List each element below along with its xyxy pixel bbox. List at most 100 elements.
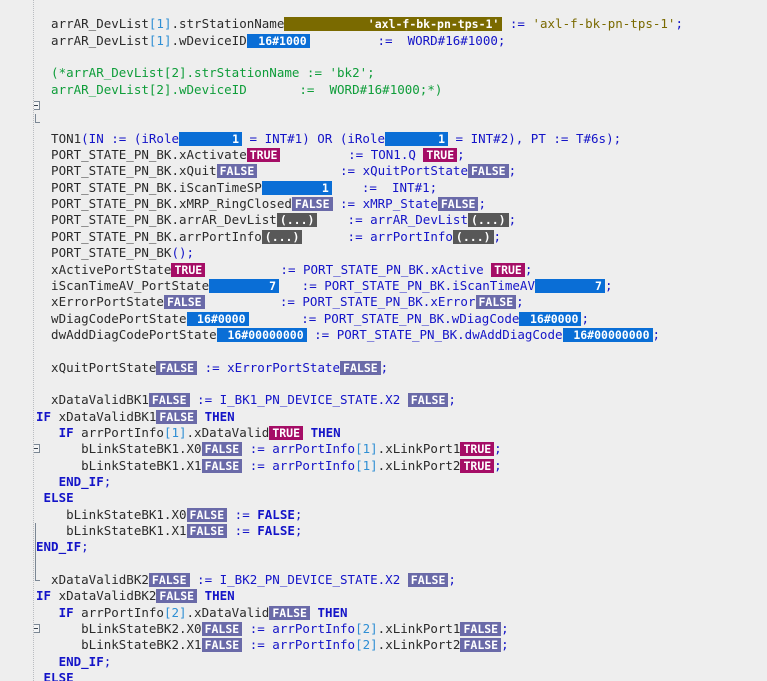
token-semicolon: ; bbox=[653, 327, 661, 342]
code-line[interactable]: 43 ELSE bbox=[0, 670, 767, 681]
code-line[interactable]: 29 bLinkStateBK1.X0FALSE := arrPortInfo[… bbox=[0, 441, 767, 457]
inline-value-chip[interactable]: TRUE bbox=[171, 263, 205, 277]
code-line[interactable]: 13 PORT_STATE_PN_BK.iScanTimeSP1 := INT#… bbox=[0, 180, 767, 196]
inline-value-chip[interactable]: TRUE bbox=[423, 148, 457, 162]
code-area[interactable]: 2 3 arrAR_DevList[1].strStationName'axl-… bbox=[0, 0, 767, 681]
code-line[interactable]: 14 PORT_STATE_PN_BK.xMRP_RingClosedFALSE… bbox=[0, 196, 767, 212]
code-line[interactable]: 28 IF arrPortInfo[1].xDataValidTRUE THEN bbox=[0, 425, 767, 441]
code-line[interactable]: 37 xDataValidBK2FALSE := I_BK2_PN_DEVICE… bbox=[0, 572, 767, 588]
code-line[interactable]: 31 END_IF; bbox=[0, 474, 767, 490]
token-member: .wDeviceID bbox=[171, 33, 246, 48]
code-line[interactable]: 18 xActivePortStateTRUE := PORT_STATE_PN… bbox=[0, 262, 767, 278]
code-line[interactable]: 20 xErrorPortStateFALSE := PORT_STATE_PN… bbox=[0, 294, 767, 310]
inline-value-chip[interactable]: TRUE bbox=[460, 459, 494, 473]
code-line[interactable]: 24 xQuitPortStateFALSE := xErrorPortStat… bbox=[0, 360, 767, 376]
code-line[interactable]: 7 arrAR_DevList[2].wDeviceID := WORD#16#… bbox=[0, 82, 767, 98]
line-content: arrAR_DevList[1].strStationName'axl-f-bk… bbox=[36, 16, 683, 32]
inline-value-chip[interactable]: 'axl-f-bk-pn-tps-1' bbox=[284, 17, 502, 31]
inline-value-chip[interactable]: 7 bbox=[209, 279, 279, 293]
inline-value-chip[interactable]: FALSE bbox=[187, 508, 228, 522]
code-line[interactable]: 23 bbox=[0, 343, 767, 359]
inline-value-chip[interactable]: FALSE bbox=[156, 361, 197, 375]
inline-value-chip[interactable]: FALSE bbox=[408, 573, 449, 587]
inline-value-chip[interactable]: FALSE bbox=[408, 393, 449, 407]
inline-value-chip[interactable]: 16#1000 bbox=[247, 34, 310, 48]
inline-value-chip[interactable]: FALSE bbox=[476, 295, 517, 309]
code-line[interactable]: 41 bLinkStateBK2.X1FALSE := arrPortInfo[… bbox=[0, 637, 767, 653]
inline-value-chip[interactable]: 16#00000000 bbox=[563, 328, 653, 342]
inline-value-chip[interactable]: FALSE bbox=[438, 197, 479, 211]
code-line[interactable]: 2 bbox=[0, 0, 767, 16]
code-line[interactable]: 26 xDataValidBK1FALSE := I_BK1_PN_DEVICE… bbox=[0, 392, 767, 408]
code-line[interactable]: 8 bbox=[0, 98, 767, 114]
code-line[interactable]: 35 END_IF; bbox=[0, 539, 767, 555]
token-operator: ) OR (iRole bbox=[302, 131, 385, 146]
code-line[interactable]: 25 bbox=[0, 376, 767, 392]
code-line[interactable]: 5 bbox=[0, 49, 767, 65]
code-line[interactable]: 16 PORT_STATE_PN_BK.arrPortInfo(...) := … bbox=[0, 229, 767, 245]
code-line[interactable]: 27 IF xDataValidBK1FALSE THEN bbox=[0, 409, 767, 425]
line-content: bLinkStateBK2.X1FALSE := arrPortInfo[2].… bbox=[36, 637, 509, 653]
inline-value-chip[interactable]: 1 bbox=[262, 181, 332, 195]
code-line[interactable]: 21 wDiagCodePortState16#0000 := PORT_STA… bbox=[0, 311, 767, 327]
inline-value-chip[interactable]: 7 bbox=[535, 279, 605, 293]
inline-value-chip[interactable]: FALSE bbox=[340, 361, 381, 375]
line-content: PORT_STATE_PN_BK(); bbox=[36, 245, 194, 261]
inline-value-chip[interactable]: FALSE bbox=[164, 295, 205, 309]
inline-value-chip[interactable]: FALSE bbox=[292, 197, 333, 211]
code-line[interactable]: 12 PORT_STATE_PN_BK.xQuitFALSE := xQuitP… bbox=[0, 163, 767, 179]
inline-value-chip[interactable]: FALSE bbox=[468, 164, 509, 178]
code-line[interactable]: 42 END_IF; bbox=[0, 654, 767, 670]
inline-value-chip[interactable]: TRUE bbox=[491, 263, 525, 277]
inline-value-chip[interactable]: FALSE bbox=[202, 622, 243, 636]
code-line[interactable]: 11 PORT_STATE_PN_BK.xActivateTRUE := TON… bbox=[0, 147, 767, 163]
inline-value-chip[interactable]: FALSE bbox=[202, 442, 243, 456]
code-line[interactable]: 30 bLinkStateBK1.X1FALSE := arrPortInfo[… bbox=[0, 458, 767, 474]
code-line[interactable]: 17 PORT_STATE_PN_BK(); bbox=[0, 245, 767, 261]
code-line[interactable]: 39 IF arrPortInfo[2].xDataValidFALSE THE… bbox=[0, 605, 767, 621]
inline-value-chip[interactable]: 1 bbox=[179, 132, 242, 146]
code-line[interactable]: 34 bLinkStateBK1.X1FALSE := FALSE; bbox=[0, 523, 767, 539]
inline-value-chip[interactable]: FALSE bbox=[460, 622, 501, 636]
token-semicolon: ; bbox=[448, 572, 456, 587]
code-line[interactable]: 4 arrAR_DevList[1].wDeviceID16#1000 := W… bbox=[0, 33, 767, 49]
token-semicolon: ; bbox=[104, 654, 112, 669]
inline-value-chip[interactable]: FALSE bbox=[202, 638, 243, 652]
code-line[interactable]: 6 (*arrAR_DevList[2].strStationName := '… bbox=[0, 65, 767, 81]
code-line[interactable]: 22 dwAddDiagCodePortState16#00000000 := … bbox=[0, 327, 767, 343]
inline-value-chip[interactable]: FALSE bbox=[187, 524, 228, 538]
inline-value-chip[interactable]: FALSE bbox=[217, 164, 258, 178]
structured-text-editor[interactable]: 2 3 arrAR_DevList[1].strStationName'axl-… bbox=[0, 0, 767, 681]
inline-value-chip[interactable]: FALSE bbox=[156, 410, 197, 424]
inline-value-chip[interactable]: FALSE bbox=[202, 459, 243, 473]
inline-value-chip[interactable]: TRUE bbox=[269, 426, 303, 440]
token-keyword: IF bbox=[36, 588, 51, 603]
inline-value-chip[interactable]: (...) bbox=[262, 230, 303, 244]
code-line[interactable]: 32 ELSE bbox=[0, 490, 767, 506]
code-line[interactable]: 9 bbox=[0, 114, 767, 130]
inline-value-chip[interactable]: FALSE bbox=[149, 573, 190, 587]
inline-value-chip[interactable]: 1 bbox=[385, 132, 448, 146]
inline-value-chip[interactable]: (...) bbox=[453, 230, 494, 244]
inline-value-chip[interactable]: 16#0000 bbox=[187, 312, 249, 326]
inline-value-chip[interactable]: (...) bbox=[277, 213, 318, 227]
code-line[interactable]: 10 TON1(IN := (iRole1 = INT#1) OR (iRole… bbox=[0, 131, 767, 147]
code-line[interactable]: 38 IF xDataValidBK2FALSE THEN bbox=[0, 588, 767, 604]
inline-value-chip[interactable]: FALSE bbox=[460, 638, 501, 652]
inline-value-chip[interactable]: FALSE bbox=[156, 589, 197, 603]
inline-value-chip[interactable]: FALSE bbox=[269, 606, 310, 620]
inline-value-chip[interactable]: (...) bbox=[468, 213, 509, 227]
code-line[interactable]: 36 bbox=[0, 556, 767, 572]
code-line[interactable]: 3 arrAR_DevList[1].strStationName'axl-f-… bbox=[0, 16, 767, 32]
code-line[interactable]: 19 iScanTimeAV_PortState7 := PORT_STATE_… bbox=[0, 278, 767, 294]
token-assign: := PORT_STATE_PN_BK.xActive bbox=[205, 262, 491, 277]
code-line[interactable]: 15 PORT_STATE_PN_BK.arrAR_DevList(...) :… bbox=[0, 212, 767, 228]
inline-value-chip[interactable]: 16#0000 bbox=[519, 312, 581, 326]
inline-value-chip[interactable]: 16#00000000 bbox=[217, 328, 307, 342]
token-identifier: arrAR_DevList bbox=[36, 16, 149, 31]
inline-value-chip[interactable]: FALSE bbox=[149, 393, 190, 407]
inline-value-chip[interactable]: TRUE bbox=[247, 148, 281, 162]
code-line[interactable]: 40 bLinkStateBK2.X0FALSE := arrPortInfo[… bbox=[0, 621, 767, 637]
code-line[interactable]: 33 bLinkStateBK1.X0FALSE := FALSE; bbox=[0, 507, 767, 523]
inline-value-chip[interactable]: TRUE bbox=[460, 442, 494, 456]
